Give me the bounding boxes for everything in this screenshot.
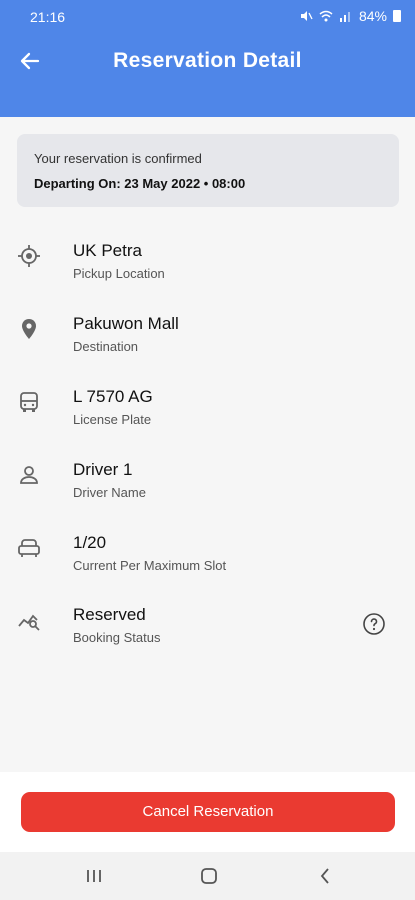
mute-icon: [300, 11, 313, 21]
bottom-action-bar: Cancel Reservation: [0, 772, 415, 852]
status-icons: 84%: [299, 8, 401, 24]
signal-icon: [339, 12, 350, 22]
booking-status-value: Reserved: [73, 605, 146, 624]
page-title: Reservation Detail: [113, 49, 302, 72]
pickup-location-value: UK Petra: [73, 241, 142, 260]
system-nav-bar: [0, 852, 415, 900]
confirmation-message: Your reservation is confirmed: [34, 151, 202, 166]
battery-icon: [393, 10, 401, 22]
wifi-icon: [319, 10, 333, 22]
license-plate-value: L 7570 AG: [73, 387, 153, 406]
cancel-reservation-button[interactable]: Cancel Reservation: [21, 792, 395, 832]
confirmation-banner: Your reservation is confirmed Departing …: [17, 134, 399, 207]
status-bar: 21:16 84%: [0, 0, 415, 33]
help-circle-icon[interactable]: [362, 612, 386, 636]
map-pin-icon: [22, 319, 36, 339]
person-icon: [20, 466, 38, 484]
battery-level: 84%: [358, 8, 387, 24]
license-plate-label: License Plate: [73, 412, 152, 427]
app-bar: Reservation Detail: [0, 33, 415, 117]
detail-row-booking-status: Reserved Booking Status: [0, 605, 415, 655]
recent-apps-icon[interactable]: [84, 866, 104, 886]
departure-time: Departing On: 23 May 2022 • 08:00: [34, 176, 246, 191]
destination-label: Destination: [73, 339, 139, 354]
back-nav-icon[interactable]: [316, 866, 336, 886]
home-icon[interactable]: [199, 866, 219, 886]
detail-row-slot: 1/20 Current Per Maximum Slot: [0, 533, 415, 583]
reservation-detail-content: Your reservation is confirmed Departing …: [0, 117, 415, 772]
driver-name-label: Driver Name: [73, 485, 146, 500]
status-time: 21:16: [30, 9, 66, 25]
booking-status-label: Booking Status: [73, 630, 161, 645]
destination-value: Pakuwon Mall: [73, 314, 179, 333]
status-search-icon: [18, 614, 40, 631]
slot-value: 1/20: [73, 533, 107, 552]
detail-row-pickup: UK Petra Pickup Location: [0, 241, 415, 291]
detail-row-driver: Driver 1 Driver Name: [0, 460, 415, 510]
detail-row-license-plate: L 7570 AG License Plate: [0, 387, 415, 437]
driver-name-value: Driver 1: [73, 460, 133, 479]
target-location-icon: [18, 245, 40, 267]
bus-icon: [20, 392, 38, 412]
slot-label: Current Per Maximum Slot: [73, 558, 227, 573]
detail-row-destination: Pakuwon Mall Destination: [0, 314, 415, 364]
seat-icon: [18, 539, 40, 557]
pickup-location-label: Pickup Location: [73, 266, 165, 281]
